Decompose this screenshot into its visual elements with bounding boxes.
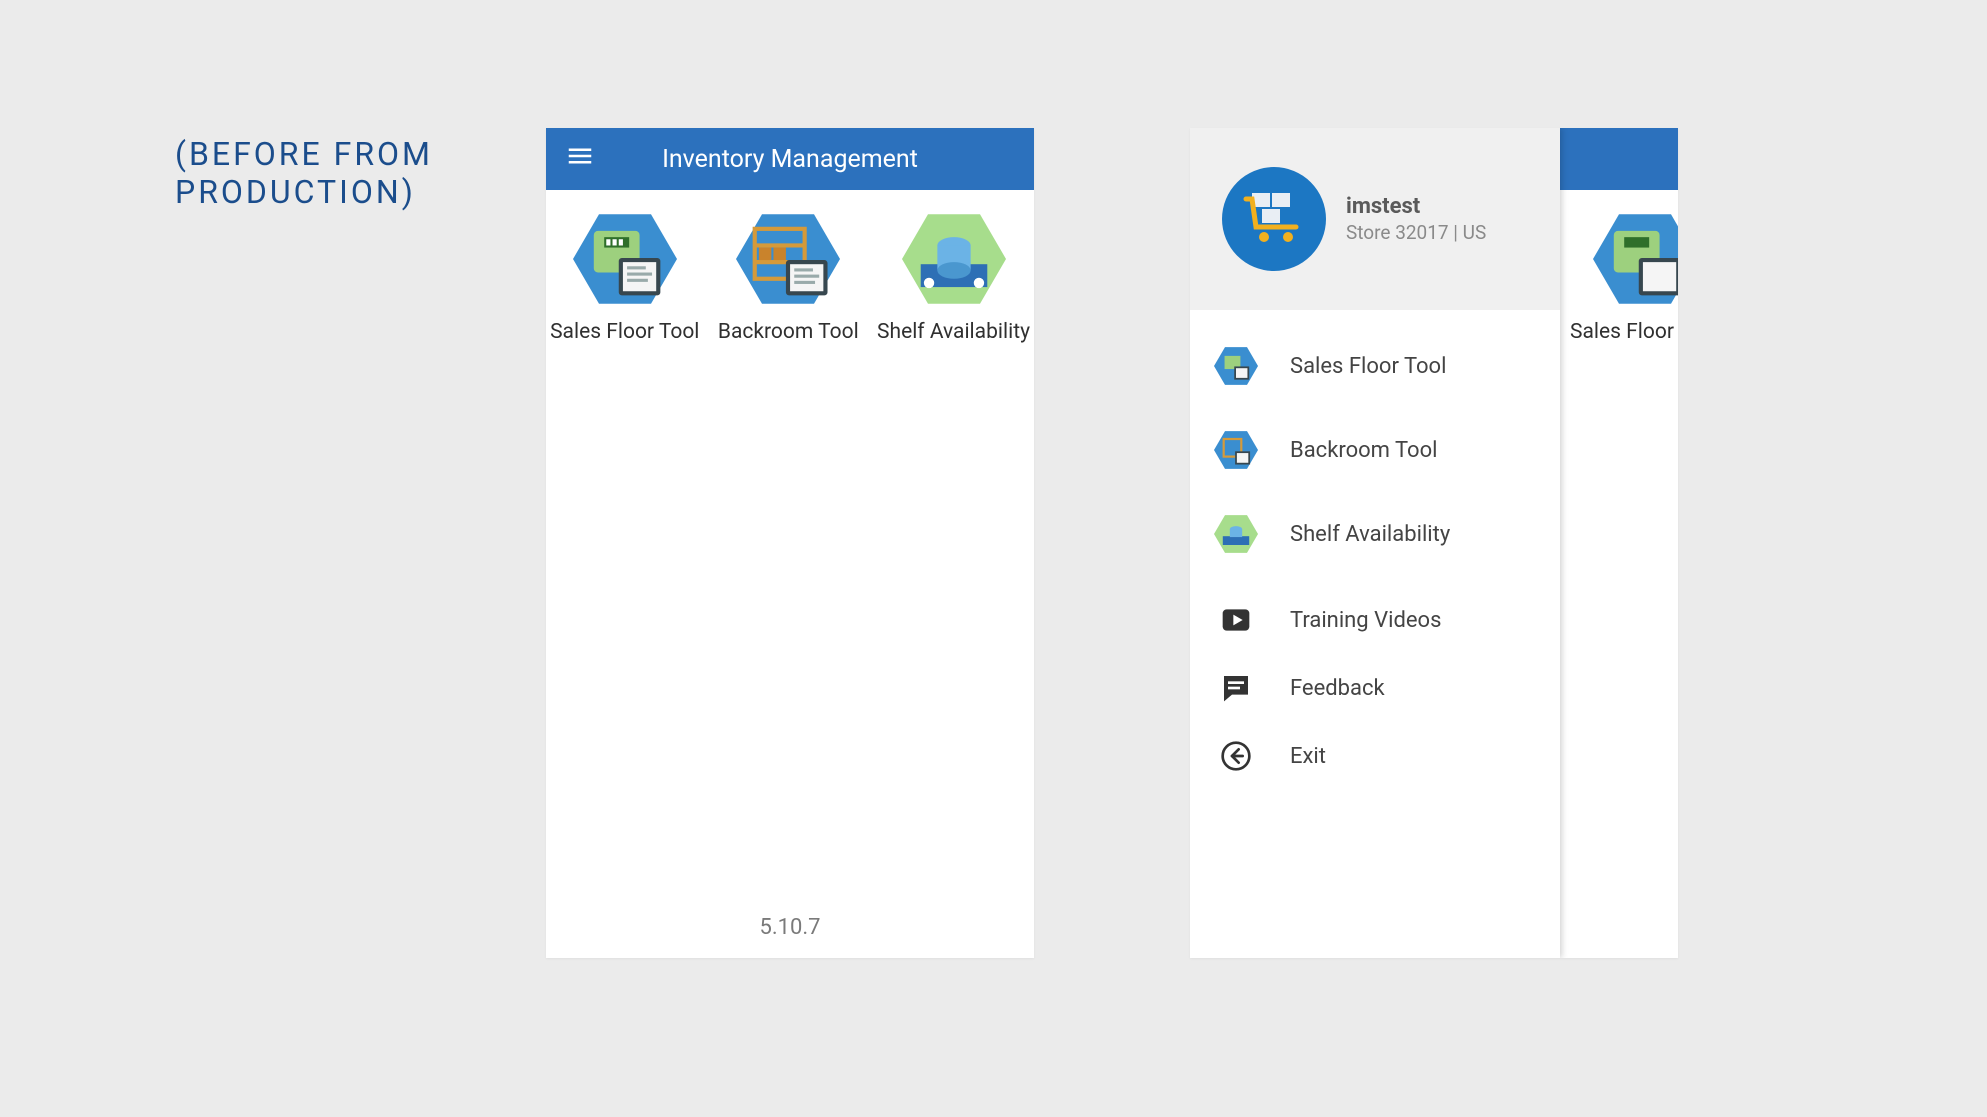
user-avatar bbox=[1222, 167, 1326, 271]
drawer-item-label: Feedback bbox=[1290, 676, 1385, 701]
home-item-label: Sales Floor Tool bbox=[1570, 320, 1678, 344]
home-item-sales-floor[interactable]: Sales Floor Tool bbox=[550, 214, 700, 344]
drawer-item-training-videos[interactable]: Training Videos bbox=[1190, 586, 1560, 654]
nav-drawer: imstest Store 32017 | US Sales Floor Too… bbox=[1190, 128, 1560, 958]
phone-drawer-screen: Sales Floor Tool imstest bbox=[1190, 128, 1678, 958]
version-label: 5.10.7 bbox=[546, 915, 1034, 940]
cart-boxes-icon bbox=[1242, 189, 1306, 249]
drawer-username: imstest bbox=[1346, 194, 1486, 219]
home-item-backroom[interactable]: Backroom Tool bbox=[714, 214, 864, 344]
shelf-availability-icon bbox=[902, 214, 1006, 304]
drawer-item-sales-floor[interactable]: Sales Floor Tool bbox=[1190, 324, 1560, 408]
sales-floor-icon bbox=[573, 214, 677, 304]
app-bar: Inventory Management bbox=[546, 128, 1034, 190]
home-item-label: Sales Floor Tool bbox=[550, 320, 699, 344]
drawer-divider bbox=[1190, 576, 1560, 586]
home-item-shelf-availability[interactable]: Shelf Availability bbox=[877, 214, 1030, 344]
caption: (BEFORE FROM PRODUCTION) bbox=[175, 135, 433, 212]
caption-line1: (BEFORE FROM bbox=[175, 135, 433, 173]
backroom-icon bbox=[736, 214, 840, 304]
caption-line2: PRODUCTION) bbox=[175, 173, 416, 211]
play-icon bbox=[1214, 600, 1258, 640]
sales-floor-icon bbox=[1593, 214, 1678, 304]
chat-icon bbox=[1214, 668, 1258, 708]
shelf-availability-icon bbox=[1214, 514, 1258, 554]
drawer-item-label: Training Videos bbox=[1290, 608, 1441, 633]
drawer-item-label: Sales Floor Tool bbox=[1290, 354, 1446, 379]
home-item-label: Shelf Availability bbox=[877, 320, 1030, 344]
drawer-item-exit[interactable]: Exit bbox=[1190, 722, 1560, 790]
home-item-label: Backroom Tool bbox=[718, 320, 859, 344]
drawer-user-subtitle: Store 32017 | US bbox=[1346, 221, 1486, 244]
sales-floor-icon bbox=[1214, 346, 1258, 386]
drawer-item-feedback[interactable]: Feedback bbox=[1190, 654, 1560, 722]
drawer-item-label: Exit bbox=[1290, 744, 1326, 769]
backroom-icon bbox=[1214, 430, 1258, 470]
drawer-item-shelf-availability[interactable]: Shelf Availability bbox=[1190, 492, 1560, 576]
phone-home-screen: Inventory Management Sales Floor Tool bbox=[546, 128, 1034, 958]
app-title: Inventory Management bbox=[560, 145, 1020, 174]
drawer-header: imstest Store 32017 | US bbox=[1190, 128, 1560, 310]
home-grid: Sales Floor Tool Backroom Tool bbox=[546, 190, 1034, 344]
drawer-item-label: Shelf Availability bbox=[1290, 522, 1450, 547]
drawer-item-label: Backroom Tool bbox=[1290, 438, 1438, 463]
home-item-sales-floor-peek[interactable]: Sales Floor Tool bbox=[1570, 214, 1678, 344]
exit-icon bbox=[1214, 736, 1258, 776]
drawer-item-backroom[interactable]: Backroom Tool bbox=[1190, 408, 1560, 492]
drawer-list: Sales Floor Tool Backroom Tool Shelf Ava… bbox=[1190, 310, 1560, 804]
drawer-user-block: imstest Store 32017 | US bbox=[1346, 194, 1486, 244]
